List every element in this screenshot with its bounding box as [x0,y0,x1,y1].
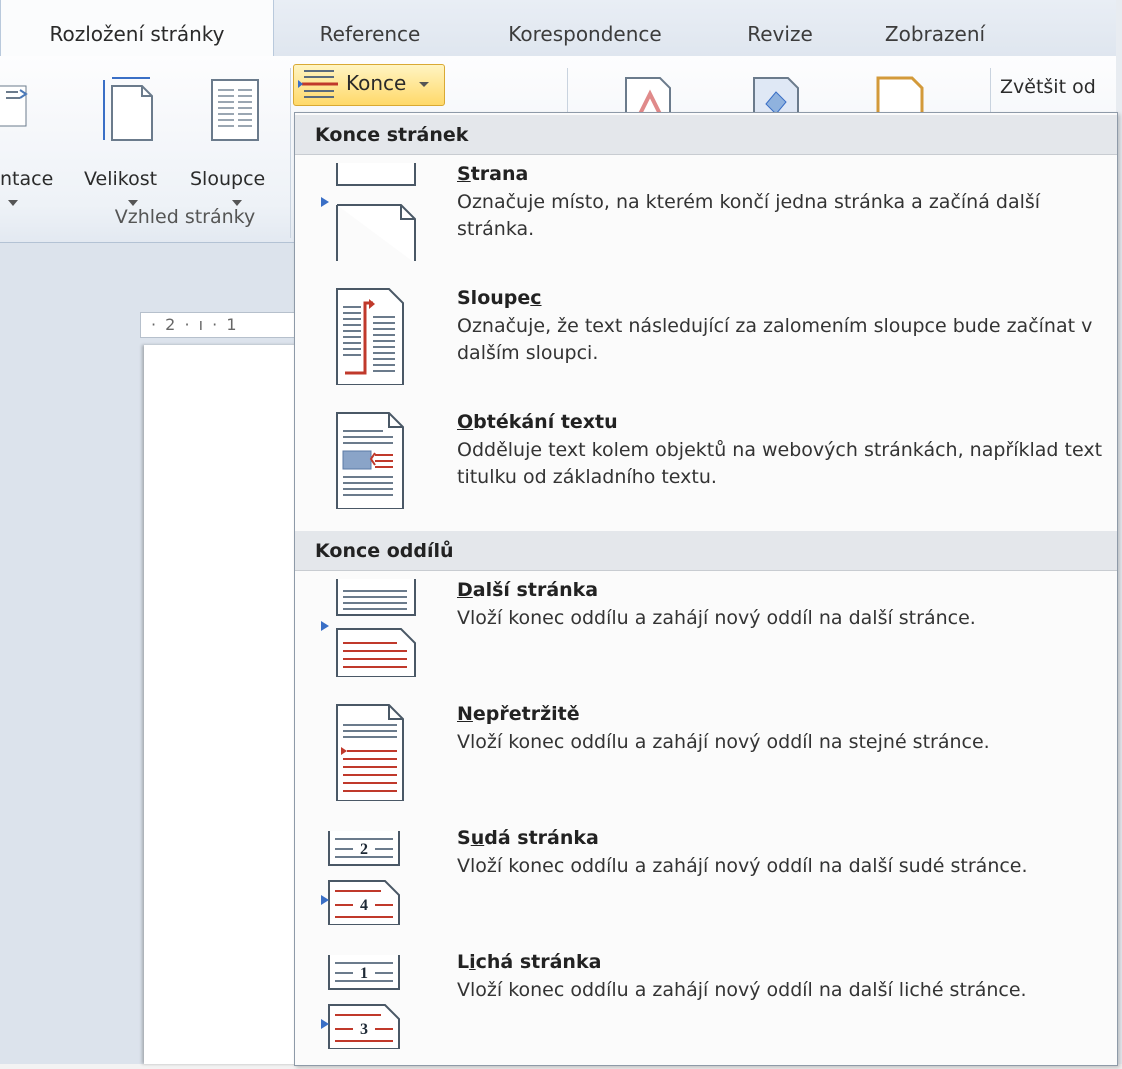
section-header-page-breaks: Konce stránek [295,115,1117,155]
menu-item-description: Vloží konec oddílu a zahájí nový oddíl n… [457,979,1027,1001]
menu-item-odd-page[interactable]: 1 3 Lichá stránka Vloží konec oddílu a z… [295,949,1117,1069]
breaks-label: Konce [346,71,407,95]
tab-references[interactable]: Reference [300,0,440,56]
menu-item-title: Další stránka [457,579,599,601]
page-size-icon [103,77,153,141]
menu-item-description: Označuje místo, na kterém končí jedna st… [457,191,1041,240]
columns-icon [211,79,259,141]
number-icon: 2 [360,841,368,858]
number-icon: 4 [360,897,368,914]
menu-item-even-page[interactable]: 2 4 Sudá stránka Vloží konec oddílu a za… [295,825,1117,945]
orientation-label: ntace [0,168,54,190]
menu-item-title: Sloupec [457,287,542,309]
tab-review[interactable]: Revize [725,0,835,56]
continuous-icon [336,704,404,801]
menu-item-title: Obtékání textu [457,411,618,433]
menu-item-title: Lichá stránka [457,951,602,973]
column-break-icon [336,288,404,385]
menu-item-description: Vloží konec oddílu a zahájí nový oddíl n… [457,855,1028,877]
section-header-section-breaks: Konce oddílů [295,531,1117,571]
ribbon-tab-bar: Rozložení stránky Reference Korespondenc… [0,0,1122,57]
even-page-icon: 2 4 [321,831,400,925]
menu-item-title: Nepřetržitě [457,703,580,725]
tab-view[interactable]: Zobrazení [860,0,1010,56]
group-separator [290,68,291,238]
menu-item-title: Sudá stránka [457,827,599,849]
tab-page-layout[interactable]: Rozložení stránky [0,0,274,57]
menu-item-description: Vloží konec oddílu a zahájí nový oddíl n… [457,731,990,753]
menu-item-column-break[interactable]: Sloupec Označuje, že text následující za… [295,285,1117,405]
next-page-icon [321,579,416,677]
columns-label: Sloupce [190,168,266,190]
horizontal-ruler[interactable]: · 2 · ı · 1 [140,312,312,338]
indent-label: Zvětšit od [1000,76,1096,98]
menu-item-description: Označuje, že text následující za zalomen… [457,315,1093,364]
breaks-dropdown-menu: Konce stránek Strana Označuje místo, na … [294,112,1118,1066]
document-page[interactable] [144,345,304,1064]
menu-item-next-page[interactable]: Další stránka Vloží konec oddílu a zaháj… [295,577,1117,697]
menu-item-description: Vloží konec oddílu a zahájí nový oddíl n… [457,607,976,629]
text-wrapping-icon [336,412,404,509]
columns-button[interactable]: Sloupce [188,76,288,206]
number-icon: 1 [360,965,368,982]
menu-item-page-break[interactable]: Strana Označuje místo, na kterém končí j… [295,161,1117,281]
breaks-button[interactable]: Konce [293,64,445,106]
menu-item-description: Odděluje text kolem objektů na webových … [457,439,1103,488]
group-label-page-setup: Vzhled stránky [114,206,256,228]
size-button[interactable]: Velikost [84,76,184,206]
breaks-icon [298,70,338,98]
size-label: Velikost [84,168,158,190]
number-icon: 3 [360,1021,368,1038]
orientation-button[interactable]: ntace [0,76,60,206]
menu-item-continuous[interactable]: Nepřetržitě Vloží konec oddílu a zahájí … [295,701,1117,821]
chevron-down-icon [419,82,429,87]
menu-item-text-wrapping-break[interactable]: Obtékání textu Odděluje text kolem objek… [295,409,1117,529]
menu-item-title: Strana [457,163,529,185]
page-break-icon [321,163,416,261]
tab-mailings[interactable]: Korespondence [480,0,690,56]
chevron-down-icon [8,200,18,206]
odd-page-icon: 1 3 [321,955,400,1049]
orientation-icon [0,85,28,127]
